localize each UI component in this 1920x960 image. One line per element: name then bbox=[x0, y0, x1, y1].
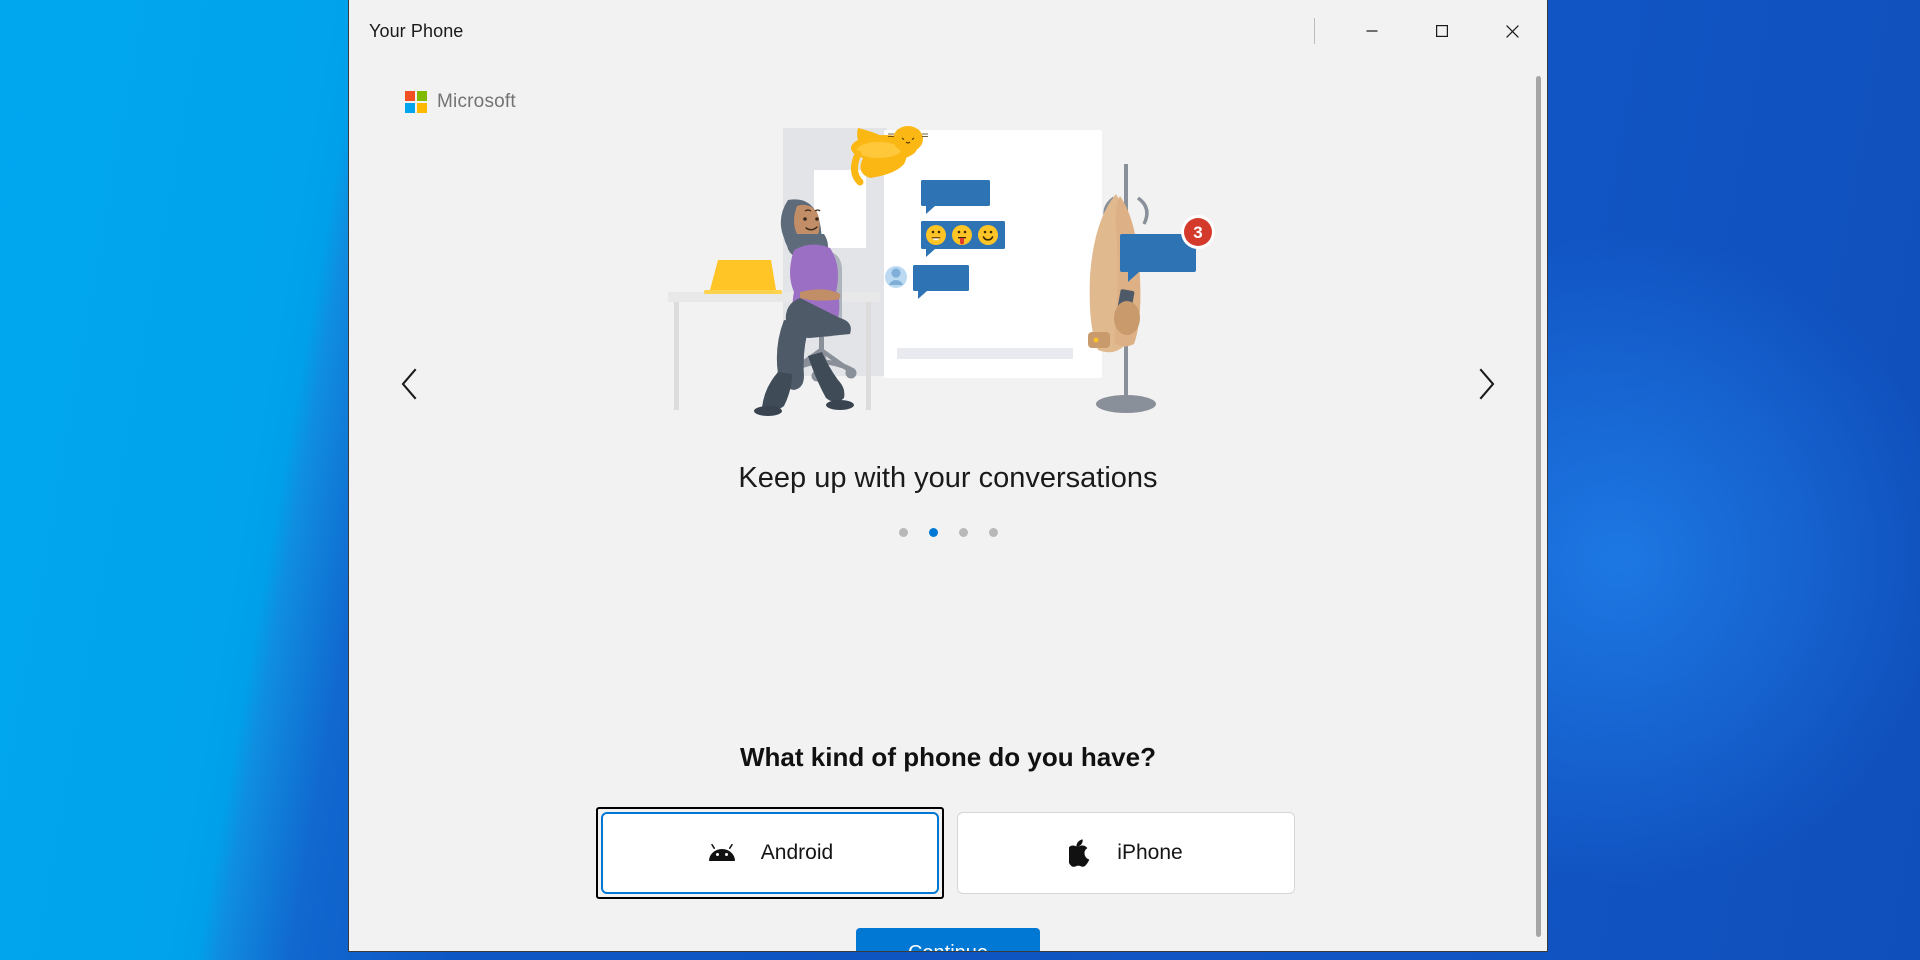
titlebar-divider bbox=[1314, 18, 1315, 44]
chat-composer-bar bbox=[897, 348, 1073, 359]
android-choice-focus-ring: Android bbox=[596, 807, 944, 899]
notification-bubble: 3 bbox=[1120, 215, 1215, 282]
maximize-icon bbox=[1436, 25, 1448, 37]
content-area: Microsoft 3 Keep up with your conversati… bbox=[349, 62, 1547, 951]
minimize-button[interactable] bbox=[1337, 0, 1407, 62]
close-icon bbox=[1505, 24, 1519, 38]
carousel-dot-1[interactable] bbox=[898, 528, 908, 537]
carousel-dot-2[interactable] bbox=[928, 528, 938, 537]
chat-panel bbox=[884, 130, 1102, 378]
desktop-background: Your Phone Microsoft 3 Keep up with your… bbox=[0, 0, 1920, 960]
carousel-next-button[interactable] bbox=[1463, 360, 1511, 408]
carousel-dot-4[interactable] bbox=[988, 528, 998, 537]
laptop-icon bbox=[704, 260, 782, 294]
onboarding-carousel: 3 Keep up with your conversations bbox=[349, 80, 1547, 600]
titlebar-spacer bbox=[463, 0, 1314, 62]
scrollbar-thumb[interactable] bbox=[1536, 76, 1541, 937]
minimize-icon bbox=[1366, 30, 1378, 32]
iphone-choice-focus-ring: iPhone bbox=[952, 807, 1300, 899]
maximize-button[interactable] bbox=[1407, 0, 1477, 62]
title-bar: Your Phone bbox=[349, 0, 1547, 62]
carousel-prev-button[interactable] bbox=[385, 360, 433, 408]
notification-badge-count: 3 bbox=[1193, 223, 1202, 242]
page-title: What kind of phone do you have? bbox=[740, 742, 1156, 772]
chevron-left-icon bbox=[401, 368, 417, 400]
close-button[interactable] bbox=[1477, 0, 1547, 62]
iphone-choice-button[interactable]: iPhone bbox=[957, 812, 1295, 894]
chevron-right-icon bbox=[1479, 368, 1495, 400]
android-choice-label: Android bbox=[760, 841, 834, 864]
illustration-svg: 3 bbox=[668, 126, 1215, 416]
android-icon bbox=[707, 844, 737, 862]
iphone-choice-label: iPhone bbox=[1117, 841, 1183, 864]
continue-button-wrap: Continue bbox=[349, 928, 1547, 951]
desk-leg-left bbox=[674, 302, 679, 410]
vertical-scrollbar[interactable] bbox=[1536, 76, 1541, 937]
carousel-dots bbox=[349, 528, 1547, 537]
carousel-dot-3[interactable] bbox=[958, 528, 968, 537]
carousel-caption: Keep up with your conversations bbox=[738, 462, 1158, 494]
android-choice-button[interactable]: Android bbox=[601, 812, 939, 894]
conversations-illustration: 3 bbox=[668, 122, 1228, 434]
emoji-group bbox=[926, 225, 998, 245]
desk-leg-right bbox=[866, 302, 871, 410]
continue-button[interactable]: Continue bbox=[856, 928, 1040, 951]
window-title: Your Phone bbox=[369, 20, 464, 41]
apple-icon bbox=[1069, 838, 1093, 868]
phone-choice-group: Android iPhone bbox=[349, 807, 1547, 899]
your-phone-window: Your Phone Microsoft 3 Keep up with your… bbox=[348, 0, 1548, 952]
